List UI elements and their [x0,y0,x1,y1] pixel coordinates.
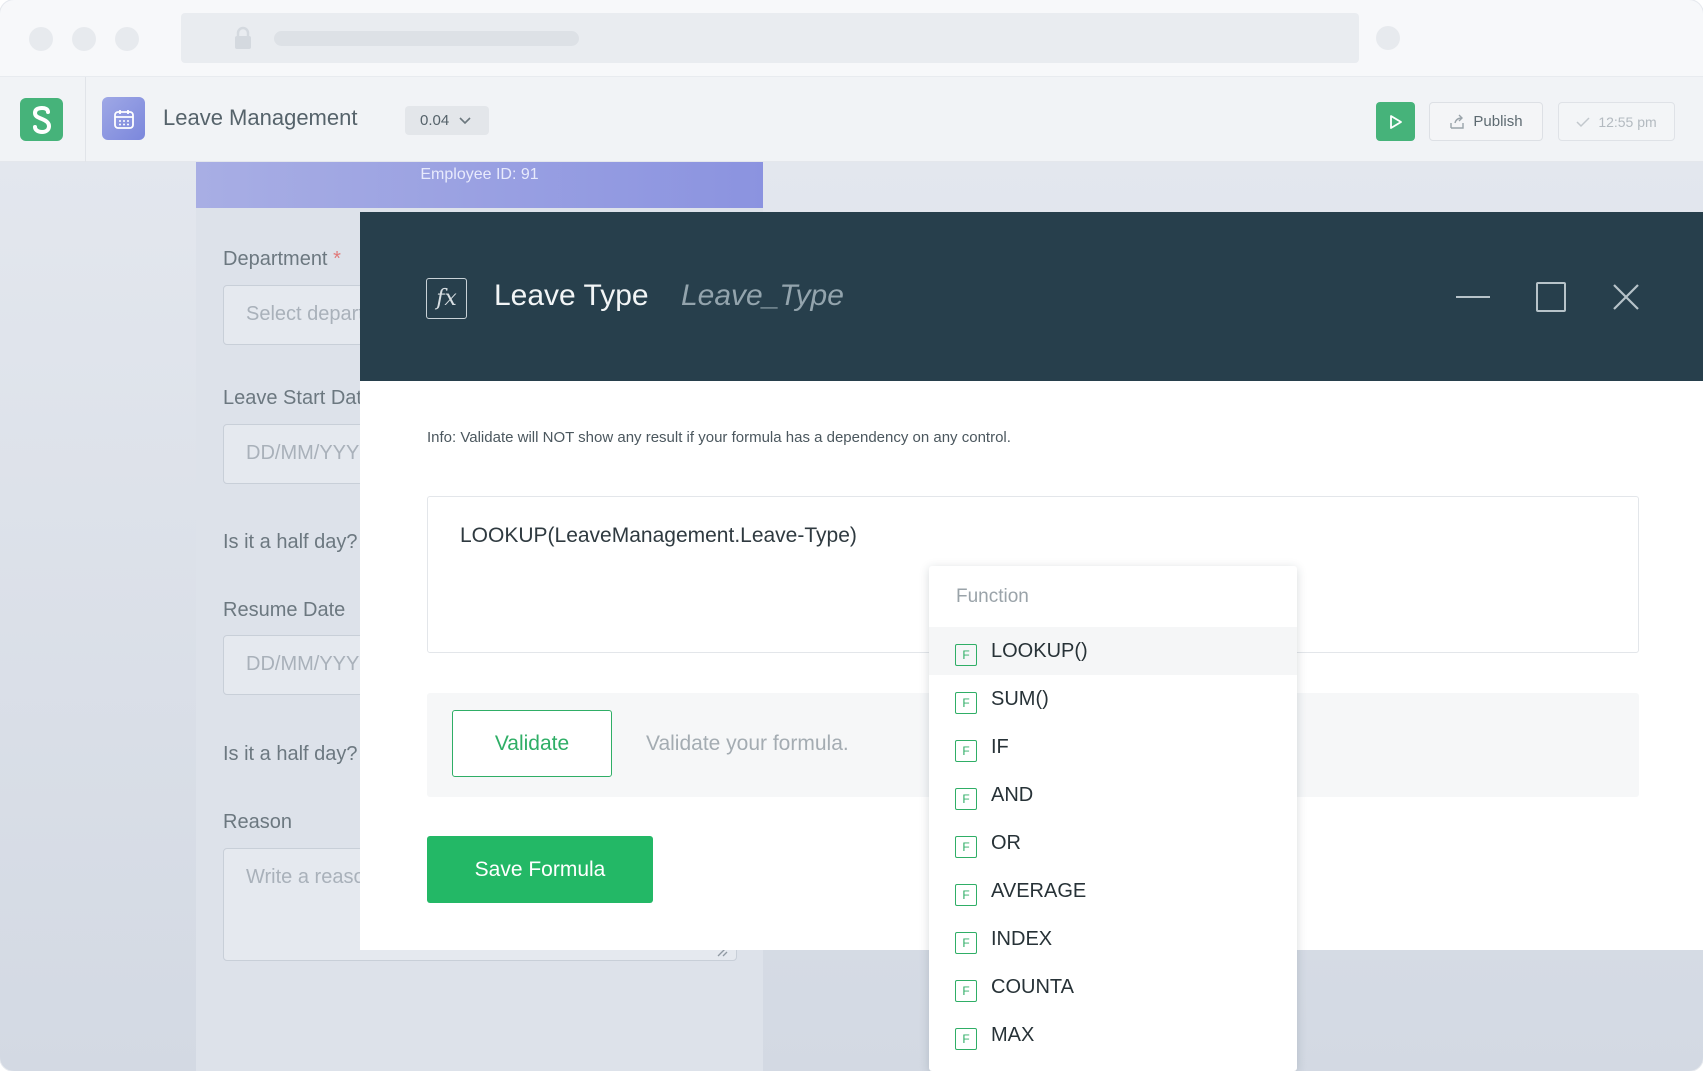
function-icon: F [955,836,977,858]
function-item-sum[interactable]: F SUM() [929,675,1297,723]
function-item-and[interactable]: F AND [929,771,1297,819]
info-text: Info: Validate will NOT show any result … [427,429,1011,446]
window-zoom-dot[interactable] [115,27,139,51]
app-window: Leave Management 0.04 Publish 12:55 pm E… [0,0,1703,1071]
saved-time: 12:55 pm [1598,113,1657,130]
function-icon: F [955,884,977,906]
leave-start-date-label: Leave Start Date [223,387,374,409]
chevron-down-icon [459,116,471,124]
minimize-icon[interactable] [1456,296,1490,298]
function-dropdown-header: Function [956,586,1029,607]
function-label: IF [991,735,1009,758]
logo-rail [0,77,86,162]
function-icon: F [955,644,977,666]
function-icon: F [955,1028,977,1050]
check-icon [1576,116,1590,127]
lock-icon [235,26,251,49]
function-icon: F [955,980,977,1002]
modal-field-id: Leave_Type [681,279,844,312]
reason-label: Reason [223,811,292,833]
version-label: 0.04 [420,112,450,129]
validate-button[interactable]: Validate [452,710,612,777]
close-icon[interactable] [1611,282,1641,312]
function-label: AVERAGE [991,879,1087,902]
play-icon [1389,114,1402,129]
function-label: OR [991,831,1021,854]
preview-button[interactable] [1376,102,1415,141]
department-label: Department * [223,248,341,270]
half-day-label-2: Is it a half day? [223,743,358,765]
window-close-dot[interactable] [29,27,53,51]
extension-dot[interactable] [1376,26,1400,50]
function-icon: F [955,740,977,762]
function-label: COUNTA [991,975,1074,998]
function-item-counta[interactable]: F COUNTA [929,963,1297,1011]
function-item-lookup[interactable]: F LOOKUP() [929,627,1297,675]
function-item-or[interactable]: F OR [929,819,1297,867]
function-item-max[interactable]: F MAX [929,1011,1297,1059]
function-item-average[interactable]: F AVERAGE [929,867,1297,915]
save-status: 12:55 pm [1558,102,1675,141]
version-selector[interactable]: 0.04 [405,106,489,135]
modal-header: fx Leave Type Leave_Type [360,212,1703,381]
function-item-if[interactable]: F IF [929,723,1297,771]
brand-logo-icon[interactable] [20,98,63,141]
function-icon: F [955,692,977,714]
window-minimize-dot[interactable] [72,27,96,51]
function-icon: F [955,932,977,954]
formula-text: LOOKUP(LeaveManagement.Leave-Type) [460,524,857,547]
function-icon: F [955,788,977,810]
function-label: AND [991,783,1034,806]
function-list: F LOOKUP() F SUM() F IF F AND F OR F AVE… [929,627,1297,1059]
url-placeholder [274,31,579,46]
form-banner: Employee ID: 91 [196,162,763,208]
function-label: MAX [991,1023,1035,1046]
app-title: Leave Management [163,105,358,130]
fx-icon: fx [426,278,467,319]
share-icon [1450,114,1465,129]
validate-hint: Validate your formula. [646,732,849,755]
resume-date-label: Resume Date [223,599,346,621]
publish-button[interactable]: Publish [1429,102,1543,141]
function-label: INDEX [991,927,1053,950]
function-label: LOOKUP() [991,639,1088,662]
publish-label: Publish [1473,113,1523,130]
calendar-icon [102,97,145,140]
address-bar[interactable] [181,13,1359,63]
app-header: Leave Management 0.04 Publish 12:55 pm [0,77,1703,162]
function-label: SUM() [991,687,1049,710]
function-dropdown: Function F LOOKUP() F SUM() F IF F AND F… [929,566,1297,1071]
maximize-icon[interactable] [1536,282,1566,312]
save-formula-button[interactable]: Save Formula [427,836,653,903]
modal-title: Leave Type [494,279,649,312]
function-item-index[interactable]: F INDEX [929,915,1297,963]
browser-chrome [0,0,1703,77]
half-day-label-1: Is it a half day? [223,531,358,553]
